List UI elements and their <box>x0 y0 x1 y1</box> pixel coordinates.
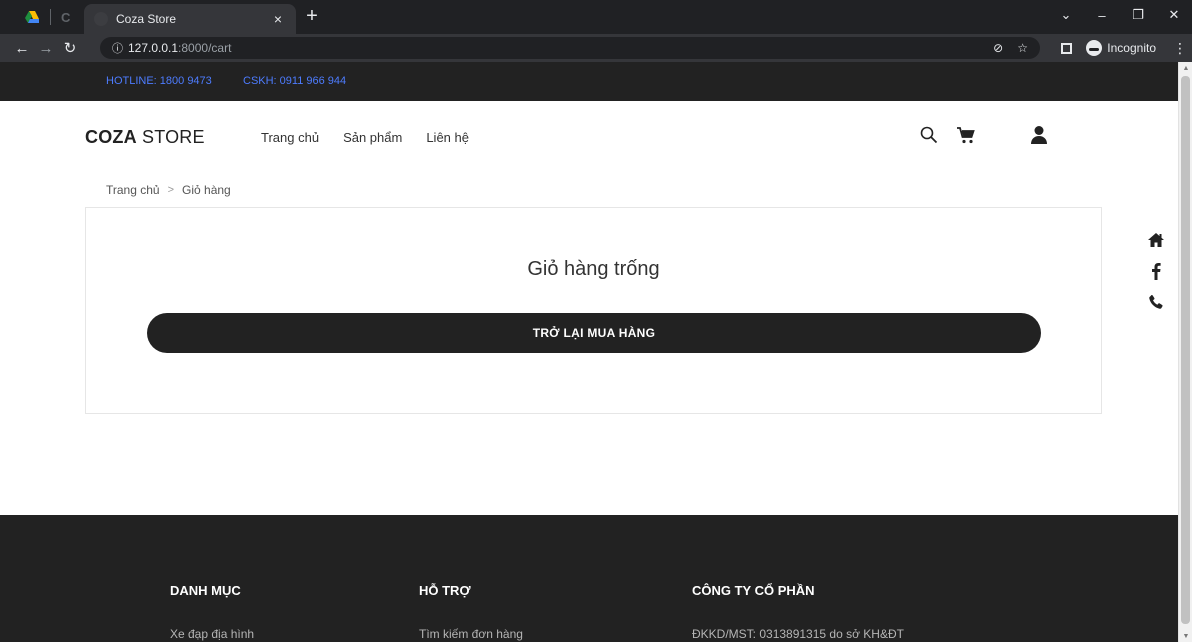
address-bar[interactable]: ⓘ 127.0.0.1:8000/cart ⊘ ☆ <box>100 37 1040 59</box>
scroll-up-arrow[interactable]: ▲ <box>1179 65 1192 72</box>
floating-social-icons <box>1146 232 1166 315</box>
eye-off-icon[interactable]: ⊘ <box>993 41 1003 55</box>
top-info-bar: HOTLINE: 1800 9473 CSKH: 0911 966 944 <box>0 62 1178 101</box>
tab-close-button[interactable]: × <box>270 11 286 27</box>
footer-text: ĐKKD/MST: 0313891315 do sở KH&ĐT <box>692 627 904 641</box>
site-footer: DANH MỤC Xe đạp địa hình HỖ TRỢ Tìm kiếm… <box>0 515 1178 642</box>
facebook-icon[interactable] <box>1151 262 1161 285</box>
header-icons <box>920 125 1048 150</box>
cart-container: Giỏ hàng trống TRỞ LẠI MUA HÀNG <box>85 207 1102 414</box>
search-icon[interactable] <box>920 126 938 149</box>
back-arrow-icon[interactable]: ← <box>10 40 34 57</box>
close-window-button[interactable]: ✕ <box>1156 7 1192 23</box>
breadcrumb-separator: > <box>167 184 175 196</box>
browser-tab-bar: C Coza Store × + ⌄ – ❐ ✕ <box>0 0 1192 34</box>
window-controls: ⌄ – ❐ ✕ <box>1048 0 1192 30</box>
breadcrumb-current: Giỏ hàng <box>182 183 231 197</box>
browser-menu-icon[interactable]: ⋮ <box>1168 40 1192 57</box>
footer-col-company: CÔNG TY CỔ PHẦN ĐKKD/MST: 0313891315 do … <box>692 583 904 641</box>
site-logo[interactable]: COZA STORE <box>85 127 205 148</box>
cskh-text: CSKH: 0911 966 944 <box>243 75 347 87</box>
site-info-icon[interactable]: ⓘ <box>112 40 128 56</box>
toolbar-right: Incognito ⋮ <box>1061 34 1192 62</box>
nav-products[interactable]: Sản phẩm <box>343 130 402 145</box>
logo-rest: STORE <box>136 127 205 147</box>
site-header: COZA STORE Trang chủ Sản phẩm Liên hệ <box>0 101 1178 177</box>
minimize-button[interactable]: – <box>1084 8 1120 23</box>
browser-toolbar: ← → ↻ ⓘ 127.0.0.1:8000/cart ⊘ ☆ <box>0 34 1192 62</box>
main-nav: Trang chủ Sản phẩm Liên hệ <box>261 130 469 145</box>
phone-icon[interactable] <box>1148 294 1164 315</box>
footer-heading: HỖ TRỢ <box>419 583 471 598</box>
incognito-indicator[interactable]: Incognito <box>1086 40 1156 56</box>
google-drive-icon[interactable] <box>24 9 40 25</box>
restore-button[interactable]: ❐ <box>1120 7 1156 23</box>
incognito-label: Incognito <box>1107 41 1156 55</box>
user-icon[interactable] <box>1030 125 1048 150</box>
scrollbar-thumb[interactable] <box>1181 76 1190 624</box>
new-tab-button[interactable]: + <box>302 6 322 26</box>
url-path: :8000/cart <box>178 41 232 55</box>
reload-icon[interactable]: ↻ <box>58 39 82 57</box>
page-scrollbar[interactable]: ▲ ▼ <box>1178 62 1192 642</box>
breadcrumb-home[interactable]: Trang chủ <box>106 183 160 197</box>
tab-strip-left: C <box>0 0 70 34</box>
scroll-down-arrow[interactable]: ▼ <box>1179 633 1192 640</box>
omnibox-actions: ⊘ ☆ <box>993 41 1028 55</box>
url-host: 127.0.0.1 <box>128 41 179 55</box>
side-panel-icon[interactable] <box>1061 42 1073 54</box>
footer-col-categories: DANH MỤC Xe đạp địa hình <box>170 583 254 641</box>
incognito-icon <box>1086 40 1103 56</box>
nav-contact[interactable]: Liên hệ <box>426 130 469 145</box>
nav-home[interactable]: Trang chủ <box>261 130 319 145</box>
bookmark-star-icon[interactable]: ☆ <box>1017 41 1028 55</box>
footer-link[interactable]: Tìm kiếm đơn hàng <box>419 627 523 641</box>
tab-divider <box>50 9 51 25</box>
browser-tab-active[interactable]: Coza Store × <box>84 4 296 34</box>
home-icon[interactable] <box>1147 232 1165 253</box>
footer-col-support: HỖ TRỢ Tìm kiếm đơn hàng <box>419 583 523 641</box>
footer-heading: CÔNG TY CỔ PHẦN <box>692 583 815 598</box>
breadcrumb: Trang chủ > Giỏ hàng <box>106 183 231 197</box>
tab-favicon <box>94 12 108 26</box>
cart-empty-message: Giỏ hàng trống <box>527 258 660 280</box>
tab-search-icon[interactable]: ⌄ <box>1048 7 1084 23</box>
forward-arrow-icon[interactable]: → <box>34 40 58 57</box>
footer-link[interactable]: Xe đạp địa hình <box>170 627 254 641</box>
tab-title: Coza Store <box>116 12 177 26</box>
hotline-text: HOTLINE: 1800 9473 <box>106 75 212 87</box>
logo-bold: COZA <box>85 127 137 147</box>
back-to-shop-button[interactable]: TRỞ LẠI MUA HÀNG <box>147 313 1041 353</box>
footer-heading: DANH MỤC <box>170 583 241 598</box>
pinned-tab-icon[interactable]: C <box>61 10 70 25</box>
cart-icon[interactable] <box>956 125 976 150</box>
